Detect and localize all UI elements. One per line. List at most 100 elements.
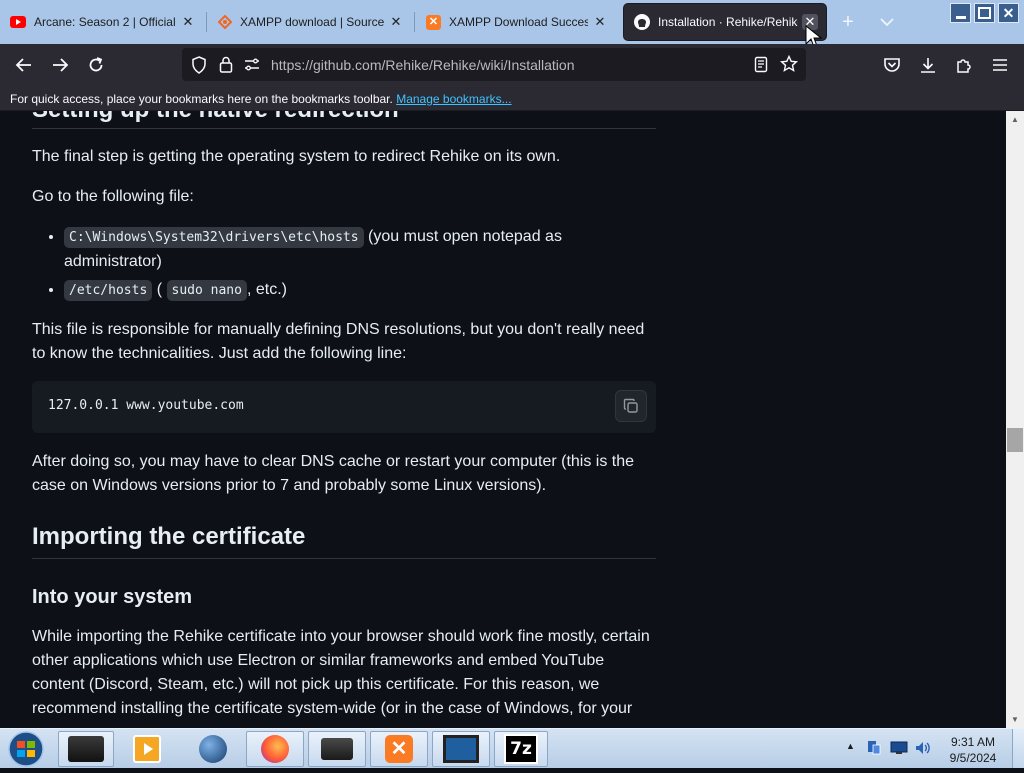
list-item: C:\Windows\System32\drivers\etc\hosts (y… xyxy=(64,225,656,274)
tab-xampp-sourceforge[interactable]: XAMPP download | SourceF ✕ xyxy=(208,4,412,40)
reload-icon xyxy=(89,57,103,72)
youtube-icon xyxy=(10,16,26,28)
start-button[interactable] xyxy=(6,730,46,768)
copy-icon xyxy=(623,398,638,413)
taskbar-app-xampp[interactable]: ✕ xyxy=(370,731,428,767)
start-orb-icon xyxy=(8,731,44,767)
page-scrollbar[interactable]: ▲ ▼ xyxy=(1006,111,1024,728)
tab-title: XAMPP Download Success xyxy=(449,15,588,29)
heading-importing-certificate: Importing the certificate xyxy=(32,523,306,550)
restore-button[interactable] xyxy=(974,3,995,23)
7zip-icon: 7z xyxy=(504,734,538,764)
close-tab-icon[interactable]: ✕ xyxy=(388,14,404,30)
dns-paragraph: This file is responsible for manually de… xyxy=(32,321,645,362)
scroll-up-arrow-icon[interactable]: ▲ xyxy=(1006,111,1024,128)
tray-volume-icon[interactable] xyxy=(914,740,932,756)
scrollbar-thumb[interactable] xyxy=(1007,428,1023,452)
menu-button[interactable] xyxy=(985,50,1015,80)
copy-button[interactable] xyxy=(615,390,647,422)
taskbar-app-media-player[interactable] xyxy=(118,731,176,767)
heading-into-your-system: Into your system xyxy=(32,586,193,608)
clock-time: 9:31 AM xyxy=(950,735,996,749)
tab-strip: Arcane: Season 2 | Official T ✕ XAMPP do… xyxy=(0,0,1024,48)
minimize-icon xyxy=(955,15,966,19)
manage-bookmarks-link[interactable]: Manage bookmarks... xyxy=(396,92,511,106)
bookmarks-hint-text: For quick access, place your bookmarks h… xyxy=(10,92,393,106)
address-bar[interactable]: https://github.com/Rehike/Rehike/wiki/In… xyxy=(182,48,806,81)
close-icon: ✕ xyxy=(1002,4,1015,21)
inline-code: sudo nano xyxy=(166,280,247,301)
arrow-left-icon xyxy=(15,58,31,72)
list-all-tabs-button[interactable] xyxy=(876,12,898,32)
plus-icon: + xyxy=(842,10,854,33)
puzzle-piece-icon xyxy=(957,59,971,73)
back-button[interactable] xyxy=(9,50,39,80)
code-line: 127.0.0.1 www.youtube.com xyxy=(48,398,244,413)
chevron-down-icon xyxy=(880,18,894,27)
remote-desktop-icon xyxy=(321,738,353,760)
taskbar-app-remote-desktop[interactable] xyxy=(308,731,366,767)
media-center-icon xyxy=(68,736,104,762)
close-tab-icon[interactable]: ✕ xyxy=(180,14,196,30)
navigation-toolbar: https://github.com/Rehike/Rehike/wiki/In… xyxy=(0,44,1024,85)
heading-divider xyxy=(32,558,656,559)
show-desktop-button[interactable] xyxy=(1012,729,1024,768)
xampp-icon: ✕ xyxy=(385,735,413,763)
inline-code: /etc/hosts xyxy=(64,280,153,301)
tab-xampp-success[interactable]: ✕ XAMPP Download Success ✕ xyxy=(416,4,616,40)
firefox-icon xyxy=(261,735,289,763)
permissions-icon xyxy=(245,58,259,71)
lock-icon xyxy=(219,56,233,73)
tray-network-icon[interactable] xyxy=(866,740,882,756)
goto-paragraph: Go to the following file: xyxy=(32,188,194,205)
windows-taskbar: ✕ 7z ▲ 9:31 AM 9/5/2024 xyxy=(0,728,1024,768)
clock-date: 9/5/2024 xyxy=(949,751,997,765)
close-window-button[interactable]: ✕ xyxy=(998,3,1019,23)
list-item: /etc/hosts ( sudo nano, etc.) xyxy=(64,278,656,303)
after-paragraph: After doing so, you may have to clear DN… xyxy=(32,453,635,494)
downloads-button[interactable] xyxy=(913,50,943,80)
media-player-icon xyxy=(133,735,161,763)
minimize-button[interactable] xyxy=(950,3,971,23)
show-hidden-icons-button[interactable]: ▲ xyxy=(846,741,855,751)
download-icon xyxy=(921,58,935,73)
taskbar-app-media-center[interactable] xyxy=(58,731,114,767)
sourceforge-icon xyxy=(217,14,233,30)
restore-icon xyxy=(978,7,991,19)
system-paragraph: While importing the Rehike certificate i… xyxy=(32,628,650,717)
hosts-file-list: C:\Windows\System32\drivers\etc\hosts (y… xyxy=(32,225,656,307)
pocket-icon xyxy=(884,58,900,72)
pocket-button[interactable] xyxy=(877,50,907,80)
taskbar-app-7zip[interactable]: 7z xyxy=(494,731,548,767)
url-text: https://github.com/Rehike/Rehike/wiki/In… xyxy=(271,57,575,73)
tray-display-icon[interactable] xyxy=(890,741,908,755)
page-content: Setting up the native redirection The fi… xyxy=(0,111,1006,728)
tab-arcane[interactable]: Arcane: Season 2 | Official T ✕ xyxy=(0,4,204,40)
heading-divider xyxy=(32,128,656,129)
reader-view-icon xyxy=(754,56,768,73)
taskbar-app-globe[interactable] xyxy=(184,731,242,767)
section-heading-native-redirection: Setting up the native redirection xyxy=(32,111,656,124)
globe-icon xyxy=(199,735,227,763)
tab-title: Installation · Rehike/Rehike xyxy=(658,15,798,29)
inline-code: C:\Windows\System32\drivers\etc\hosts xyxy=(64,227,364,248)
scroll-down-arrow-icon[interactable]: ▼ xyxy=(1006,711,1024,728)
forward-button[interactable] xyxy=(45,50,75,80)
tab-title: Arcane: Season 2 | Official T xyxy=(34,15,176,29)
tab-rehike-installation[interactable]: Installation · Rehike/Rehike ✕ xyxy=(624,4,826,40)
tab-title: XAMPP download | SourceF xyxy=(240,15,384,29)
new-tab-button[interactable]: + xyxy=(836,10,860,34)
code-block: 127.0.0.1 www.youtube.com xyxy=(32,381,656,433)
close-tab-icon[interactable]: ✕ xyxy=(592,14,608,30)
taskbar-app-firefox[interactable] xyxy=(246,731,304,767)
arrow-right-icon xyxy=(53,58,69,72)
reload-button[interactable] xyxy=(81,50,111,80)
taskbar-app-monitor[interactable] xyxy=(432,731,490,767)
system-clock[interactable]: 9:31 AM 9/5/2024 xyxy=(944,734,1002,766)
bookmarks-toolbar: For quick access, place your bookmarks h… xyxy=(0,85,1024,111)
extensions-button[interactable] xyxy=(949,50,979,80)
github-icon xyxy=(634,14,650,30)
shield-icon xyxy=(192,56,206,74)
bookmark-star-icon xyxy=(780,55,798,72)
monitor-icon xyxy=(443,735,479,763)
